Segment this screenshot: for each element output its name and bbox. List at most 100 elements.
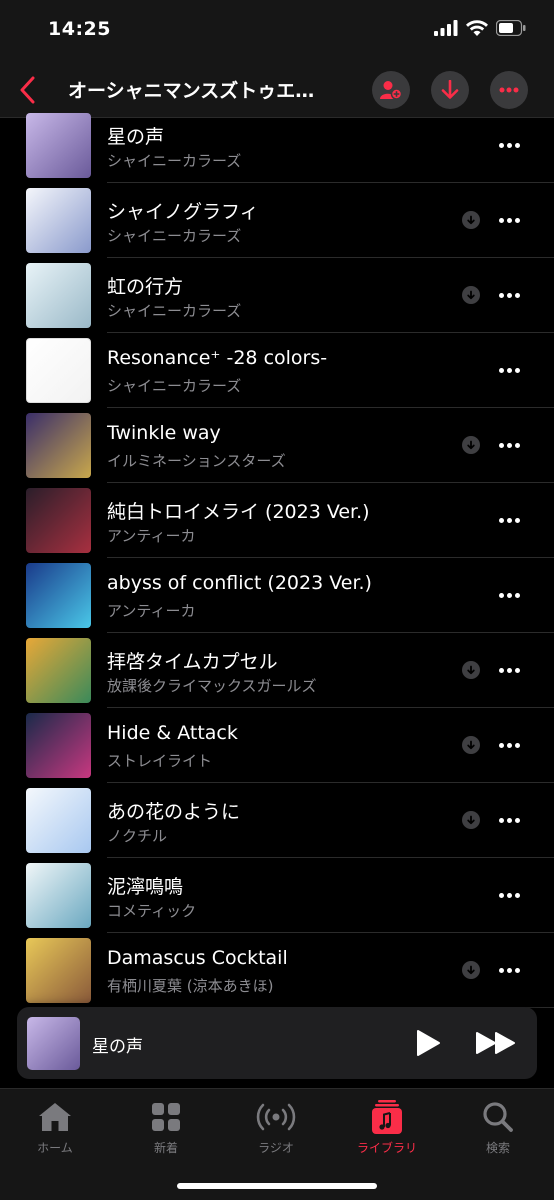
- playlist-title: オーシャニマンスズトゥエ…: [68, 80, 315, 102]
- song-title: あの花のように: [107, 801, 241, 823]
- song-more-button[interactable]: [494, 660, 524, 680]
- back-button[interactable]: [12, 74, 42, 106]
- library-icon: [372, 1100, 402, 1134]
- song-row[interactable]: 泥濘鳴鳴 コメティック: [0, 858, 554, 933]
- song-artist: イルミネーションスターズ: [107, 452, 286, 470]
- song-row[interactable]: abyss of conflict (2023 Ver.) アンティーカ: [0, 558, 554, 633]
- status-time: 14:25: [48, 18, 111, 40]
- song-more-button[interactable]: [494, 360, 524, 380]
- song-title: Hide & Attack: [107, 722, 238, 744]
- song-more-button[interactable]: [494, 735, 524, 755]
- song-title: Damascus Cocktail: [107, 947, 288, 969]
- album-artwork: [26, 563, 91, 628]
- play-button[interactable]: [415, 1029, 441, 1061]
- tab-label: 検索: [485, 1141, 510, 1155]
- tab-new[interactable]: 新着: [116, 1099, 216, 1156]
- song-artist: 有栖川夏葉 (涼本あきほ): [107, 977, 274, 995]
- grid-icon: [152, 1103, 180, 1131]
- song-more-button[interactable]: [494, 885, 524, 905]
- album-artwork: [26, 413, 91, 478]
- mini-player[interactable]: 星の声: [17, 1007, 537, 1079]
- album-artwork: [26, 713, 91, 778]
- status-bar: 14:25: [0, 0, 554, 62]
- song-title: シャイノグラフィ: [107, 201, 259, 223]
- song-artist: シャイニーカラーズ: [107, 227, 242, 245]
- song-more-button[interactable]: [494, 285, 524, 305]
- song-title: 虹の行方: [107, 276, 184, 298]
- download-status-icon[interactable]: [462, 436, 480, 454]
- album-artwork: [26, 638, 91, 703]
- song-row[interactable]: 星の声 シャイニーカラーズ: [0, 113, 554, 183]
- nav-bar: オーシャニマンスズトゥエ…: [0, 62, 554, 118]
- song-artist: ストレイライト: [107, 752, 213, 770]
- tab-search[interactable]: 検索: [448, 1099, 548, 1156]
- album-artwork: [26, 488, 91, 553]
- tab-radio[interactable]: ラジオ: [226, 1099, 326, 1156]
- tab-label: 新着: [153, 1141, 178, 1155]
- song-artist: ノクチル: [107, 827, 168, 845]
- song-row[interactable]: Resonance⁺ -28 colors- シャイニーカラーズ: [0, 333, 554, 408]
- download-status-icon[interactable]: [462, 736, 480, 754]
- album-artwork: [26, 263, 91, 328]
- song-artist: シャイニーカラーズ: [107, 152, 242, 170]
- song-row[interactable]: シャイノグラフィ シャイニーカラーズ: [0, 183, 554, 258]
- tab-home[interactable]: ホーム: [5, 1099, 105, 1156]
- ellipsis-icon: [499, 87, 519, 93]
- song-row[interactable]: Twinkle way イルミネーションスターズ: [0, 408, 554, 483]
- tab-label: ホーム: [37, 1141, 73, 1155]
- song-more-button[interactable]: [494, 210, 524, 230]
- download-button[interactable]: [431, 71, 469, 109]
- song-artist: アンティーカ: [107, 602, 196, 620]
- now-playing-artwork: [27, 1017, 80, 1070]
- more-options-button[interactable]: [490, 71, 528, 109]
- song-more-button[interactable]: [494, 585, 524, 605]
- album-artwork: [26, 188, 91, 253]
- song-row[interactable]: 拝啓タイムカプセル 放課後クライマックスガールズ: [0, 633, 554, 708]
- wifi-icon: [466, 20, 488, 36]
- song-more-button[interactable]: [494, 810, 524, 830]
- song-more-button[interactable]: [494, 510, 524, 530]
- song-more-button[interactable]: [494, 960, 524, 980]
- download-status-icon[interactable]: [462, 211, 480, 229]
- signal-icon: [434, 20, 458, 36]
- song-row[interactable]: Damascus Cocktail 有栖川夏葉 (涼本あきほ): [0, 933, 554, 1008]
- tab-label: ライブラリ: [356, 1141, 417, 1155]
- album-artwork: [26, 863, 91, 928]
- song-row[interactable]: Hide & Attack ストレイライト: [0, 708, 554, 783]
- download-status-icon[interactable]: [462, 286, 480, 304]
- download-arrow-icon: [441, 80, 459, 99]
- now-playing-title: 星の声: [92, 1037, 143, 1057]
- song-row[interactable]: 純白トロイメライ (2023 Ver.) アンティーカ: [0, 483, 554, 558]
- download-status-icon[interactable]: [462, 961, 480, 979]
- song-title: 星の声: [107, 126, 165, 148]
- song-title: 泥濘鳴鳴: [107, 876, 184, 898]
- song-artist: コメティック: [107, 902, 197, 920]
- battery-icon: [496, 20, 526, 36]
- song-title: Resonance⁺ -28 colors-: [107, 347, 328, 369]
- song-more-button[interactable]: [494, 135, 524, 155]
- song-artist: アンティーカ: [107, 527, 196, 545]
- song-title: Twinkle way: [107, 422, 221, 444]
- search-icon: [483, 1102, 513, 1132]
- status-icons: [434, 20, 526, 36]
- song-title: 拝啓タイムカプセル: [107, 651, 278, 673]
- home-icon: [39, 1103, 71, 1131]
- download-status-icon[interactable]: [462, 661, 480, 679]
- song-more-button[interactable]: [494, 435, 524, 455]
- album-artwork: [26, 113, 91, 178]
- add-collaborator-button[interactable]: [372, 71, 410, 109]
- radio-icon: [256, 1103, 296, 1131]
- person-add-icon: [380, 81, 402, 100]
- skip-forward-button[interactable]: [475, 1031, 517, 1059]
- album-artwork: [26, 938, 91, 1003]
- tab-library[interactable]: ライブラリ: [337, 1099, 437, 1156]
- song-row[interactable]: あの花のように ノクチル: [0, 783, 554, 858]
- album-artwork: [26, 338, 91, 403]
- song-row[interactable]: 虹の行方 シャイニーカラーズ: [0, 258, 554, 333]
- download-status-icon[interactable]: [462, 811, 480, 829]
- song-artist: シャイニーカラーズ: [107, 302, 242, 320]
- tab-label: ラジオ: [258, 1141, 294, 1155]
- home-indicator[interactable]: [177, 1183, 377, 1189]
- song-list: 星の声 シャイニーカラーズ シャイノグラフィ シャイニーカラーズ 虹の行方 シャ…: [0, 113, 554, 1008]
- song-artist: シャイニーカラーズ: [107, 377, 242, 395]
